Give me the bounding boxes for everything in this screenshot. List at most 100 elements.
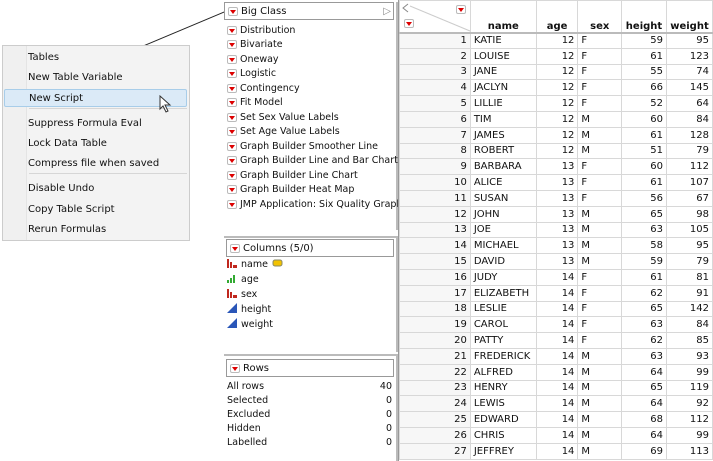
column-header-age[interactable]: age <box>535 0 579 34</box>
cell-sex[interactable]: M <box>577 237 623 255</box>
cell-sex[interactable]: F <box>577 268 623 286</box>
cell-name[interactable]: ROBERT <box>469 142 537 160</box>
column-header-weight[interactable]: weight <box>665 0 713 34</box>
row-number[interactable]: 22 <box>399 363 471 381</box>
table-row[interactable]: 14 MICHAEL 13 M 58 95 <box>399 237 713 255</box>
red-triangle-menu-icon[interactable] <box>230 363 240 373</box>
cell-sex[interactable]: M <box>577 442 623 460</box>
cell-age[interactable]: 12 <box>535 110 579 128</box>
row-number[interactable]: 20 <box>399 332 471 349</box>
cell-weight[interactable]: 128 <box>665 126 713 144</box>
table-row[interactable]: 16 JUDY 14 F 61 81 <box>399 268 713 286</box>
red-triangle-menu-icon[interactable] <box>230 243 240 253</box>
cell-name[interactable]: ALFRED <box>469 363 537 381</box>
cell-sex[interactable]: F <box>577 332 623 349</box>
cell-height[interactable]: 52 <box>621 95 667 112</box>
cell-height[interactable]: 61 <box>621 174 667 191</box>
collapse-arrow-icon[interactable]: ▷ <box>383 6 391 17</box>
row-number[interactable]: 21 <box>399 347 471 365</box>
table-row[interactable]: 5 LILLIE 12 F 52 64 <box>399 95 713 112</box>
cell-sex[interactable]: F <box>577 158 623 176</box>
menu-item-suppress-formula-eval[interactable]: Suppress Formula Eval <box>28 115 187 133</box>
rows-header[interactable]: Rows <box>226 359 394 377</box>
cell-age[interactable]: 13 <box>535 205 579 223</box>
cell-height[interactable]: 63 <box>621 347 667 365</box>
table-script-item[interactable]: Set Age Value Labels <box>224 125 396 140</box>
row-number[interactable]: 16 <box>399 268 471 286</box>
cell-sex[interactable]: F <box>577 32 623 49</box>
cell-name[interactable]: LILLIE <box>469 95 537 112</box>
cell-name[interactable]: HENRY <box>469 379 537 397</box>
cell-height[interactable]: 61 <box>621 126 667 144</box>
cell-weight[interactable]: 99 <box>665 426 713 444</box>
cell-weight[interactable]: 99 <box>665 363 713 381</box>
cell-name[interactable]: SUSAN <box>469 189 537 207</box>
table-script-item[interactable]: Set Sex Value Labels <box>224 110 396 125</box>
table-script-item[interactable]: Bivariate <box>224 38 396 53</box>
cell-sex[interactable]: F <box>577 63 623 81</box>
cell-weight[interactable]: 119 <box>665 379 713 397</box>
table-row[interactable]: 19 CAROL 14 F 63 84 <box>399 316 713 334</box>
table-script-item[interactable]: Logistic <box>224 67 396 82</box>
red-triangle-menu-icon[interactable] <box>227 199 237 209</box>
cell-age[interactable]: 12 <box>535 63 579 81</box>
row-number[interactable]: 9 <box>399 158 471 176</box>
red-triangle-menu-icon[interactable] <box>227 83 237 93</box>
cell-weight[interactable]: 84 <box>665 316 713 334</box>
cell-age[interactable]: 13 <box>535 221 579 239</box>
cell-age[interactable]: 14 <box>535 379 579 397</box>
row-number[interactable]: 5 <box>399 95 471 112</box>
table-row[interactable]: 23 HENRY 14 M 65 119 <box>399 379 713 397</box>
cell-name[interactable]: JANE <box>469 63 537 81</box>
cell-height[interactable]: 64 <box>621 426 667 444</box>
row-number[interactable]: 25 <box>399 411 471 428</box>
red-triangle-menu-icon[interactable] <box>227 98 237 108</box>
table-row[interactable]: 11 SUSAN 13 F 56 67 <box>399 189 713 207</box>
cell-weight[interactable]: 67 <box>665 189 713 207</box>
cell-sex[interactable]: M <box>577 379 623 397</box>
cell-age[interactable]: 13 <box>535 158 579 176</box>
table-row[interactable]: 4 JACLYN 12 F 66 145 <box>399 79 713 97</box>
menu-item-lock-data-table[interactable]: Lock Data Table <box>28 135 187 153</box>
menu-item-new-table-variable[interactable]: New Table Variable <box>28 69 187 87</box>
row-number[interactable]: 3 <box>399 63 471 81</box>
cell-name[interactable]: CHRIS <box>469 426 537 444</box>
cell-age[interactable]: 13 <box>535 174 579 191</box>
cell-sex[interactable]: F <box>577 47 623 65</box>
table-script-item[interactable]: Graph Builder Smoother Line <box>224 139 396 154</box>
rows-red-triangle-icon[interactable] <box>404 19 414 28</box>
cell-age[interactable]: 13 <box>535 253 579 270</box>
row-number[interactable]: 18 <box>399 300 471 318</box>
column-header-height[interactable]: height <box>621 0 667 34</box>
cell-height[interactable]: 68 <box>621 411 667 428</box>
cell-name[interactable]: BARBARA <box>469 158 537 176</box>
cell-name[interactable]: EDWARD <box>469 411 537 428</box>
column-item-height[interactable]: height <box>224 302 396 317</box>
row-number[interactable]: 26 <box>399 426 471 444</box>
table-script-item[interactable]: Oneway <box>224 52 396 67</box>
cell-weight[interactable]: 93 <box>665 347 713 365</box>
red-triangle-menu-icon[interactable] <box>227 141 237 151</box>
cell-height[interactable]: 60 <box>621 110 667 128</box>
cell-age[interactable]: 14 <box>535 442 579 460</box>
column-item-weight[interactable]: weight <box>224 317 396 332</box>
cell-weight[interactable]: 107 <box>665 174 713 191</box>
cell-age[interactable]: 14 <box>535 332 579 349</box>
column-item-age[interactable]: age <box>224 272 396 287</box>
table-script-item[interactable]: Graph Builder Heat Map <box>224 183 396 198</box>
cell-name[interactable]: ALICE <box>469 174 537 191</box>
cell-sex[interactable]: F <box>577 189 623 207</box>
table-row[interactable]: 26 CHRIS 14 M 64 99 <box>399 426 713 444</box>
row-number[interactable]: 23 <box>399 379 471 397</box>
cell-sex[interactable]: M <box>577 411 623 428</box>
cell-name[interactable]: LOUISE <box>469 47 537 65</box>
cell-age[interactable]: 14 <box>535 300 579 318</box>
row-number[interactable]: 2 <box>399 47 471 65</box>
cell-sex[interactable]: F <box>577 284 623 302</box>
cell-height[interactable]: 64 <box>621 395 667 413</box>
red-triangle-menu-icon[interactable] <box>227 170 237 180</box>
table-row[interactable]: 10 ALICE 13 F 61 107 <box>399 174 713 191</box>
cell-height[interactable]: 51 <box>621 142 667 160</box>
menu-item-rerun-formulas[interactable]: Rerun Formulas <box>28 221 187 239</box>
cell-height[interactable]: 61 <box>621 47 667 65</box>
